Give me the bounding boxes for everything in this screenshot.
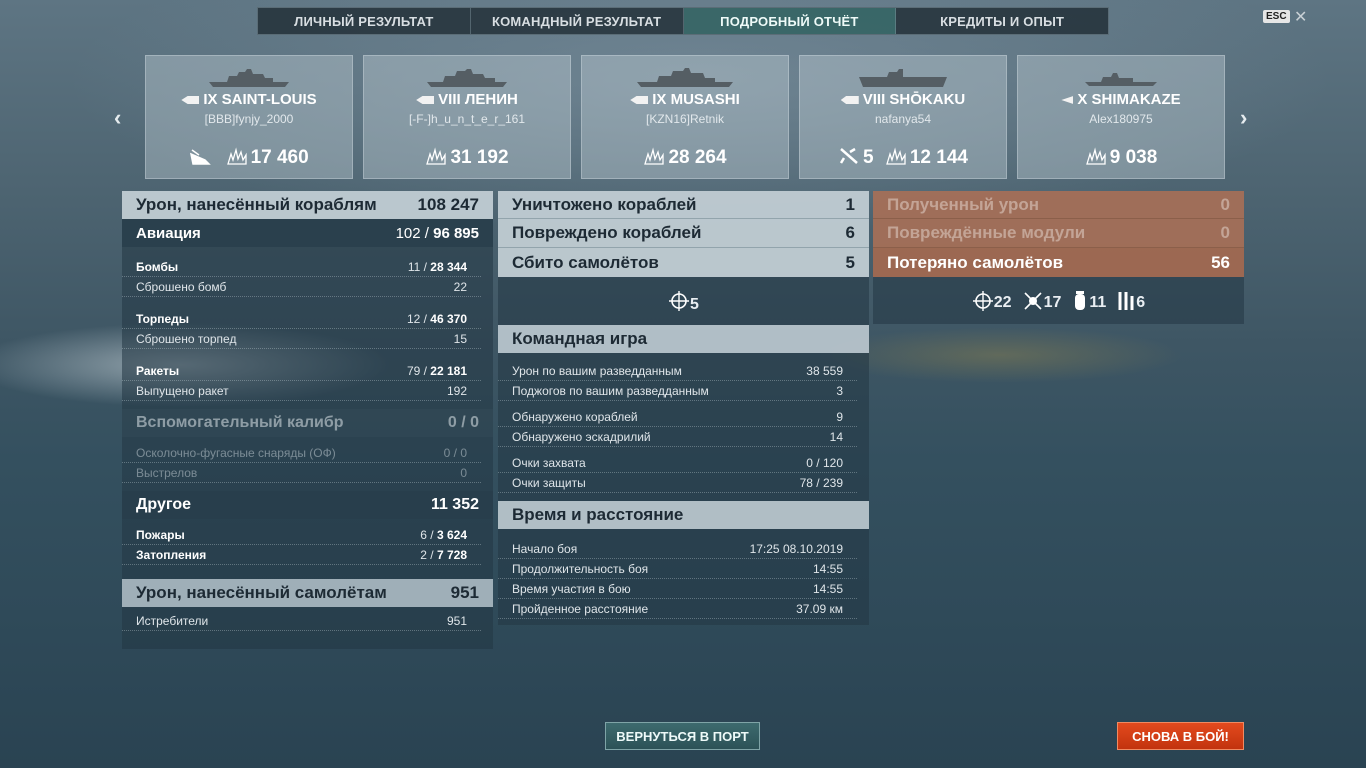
battleship-silhouette-icon: [427, 69, 507, 87]
damaged-modules-header: Повреждённые модули 0: [873, 219, 1244, 248]
ship-card[interactable]: X SHIMAKAZE Alex180975 9 038: [1017, 55, 1225, 179]
player-name: [-F-]h_u_n_t_e_r_161: [408, 112, 526, 126]
damage-icon: [644, 147, 665, 165]
stat-row-fighters: Истребители 951: [122, 611, 481, 631]
stat-row-spotting-fires: Поджогов по вашим разведданным 3: [498, 381, 857, 401]
esc-key-label: ESC: [1263, 10, 1290, 23]
ship-name: IX MUSASHI: [652, 91, 740, 108]
aviation-header: Авиация 102 / 96 895: [122, 219, 493, 247]
stat-row-bombs: Бомбы 11 / 28 344: [122, 257, 481, 277]
fighter-down-icon: [1024, 291, 1042, 310]
results-panel: Уничтожено кораблей 1 Повреждено корабле…: [498, 191, 869, 625]
stat-row-defense-points: Очки защиты 78 / 239: [498, 473, 857, 493]
damage-icon: [226, 147, 247, 165]
carrier-class-icon: [840, 96, 859, 105]
ship-name: VIII SHŌKAKU: [862, 91, 966, 108]
ship-card[interactable]: VIII SHŌKAKU nafanya54 5 12 144: [799, 55, 1007, 179]
stat-row-spotting-damage: Урон по вашим разведданным 38 559: [498, 361, 857, 381]
tab-personal-result[interactable]: ЛИЧНЫЙ РЕЗУЛЬТАТ: [258, 8, 471, 34]
player-name: [BBB]fynjy_2000: [204, 112, 294, 126]
rockets-icon: [1118, 291, 1134, 310]
player-name: nafanya54: [874, 112, 932, 126]
ship-damage-header: Урон, нанесённый кораблям 108 247: [122, 191, 493, 219]
stat-row-rockets-fired: Выпущено ракет 192: [122, 381, 481, 401]
destroyer-silhouette-icon: [1085, 73, 1157, 86]
stat-row-torpedoes: Торпеды 12 / 46 370: [122, 309, 481, 329]
battleship-silhouette-icon: [209, 69, 289, 87]
stat-row-squadrons-spotted: Обнаружено эскадрилий 14: [498, 427, 857, 447]
tab-credits-xp[interactable]: КРЕДИТЫ И ОПЫТ: [896, 8, 1108, 34]
secondary-battery-header: Вспомогательный калибр 0 / 0: [122, 409, 493, 437]
damage-value: 12 144: [909, 147, 968, 168]
damage-icon: [426, 147, 447, 165]
damage-icon: [1085, 147, 1106, 165]
time-distance-header: Время и расстояние: [498, 501, 869, 529]
planes-shot-header: Сбито самолётов 5: [498, 248, 869, 277]
battleship-class-icon: [416, 96, 435, 105]
damage-value: 17 460: [250, 147, 309, 168]
stat-row-capture-points: Очки захвата 0 / 120: [498, 453, 857, 473]
damage-value: 9 038: [1109, 147, 1158, 168]
stat-row-distance: Пройденное расстояние 37.09 км: [498, 599, 857, 619]
tab-detailed-report[interactable]: ПОДРОБНЫЙ ОТЧЁТ: [683, 8, 897, 34]
stat-row-he-shells: Осколочно-фугасные снаряды (ОФ) 0 / 0: [122, 443, 481, 463]
ship-card[interactable]: VIII ЛЕНИН [-F-]h_u_n_t_e_r_161 31 192: [363, 55, 571, 179]
plane-shot-icon: [839, 147, 858, 164]
next-ship-arrow[interactable]: ›: [1240, 105, 1247, 131]
battle-again-button[interactable]: СНОВА В БОЙ!: [1117, 722, 1244, 750]
tab-team-result[interactable]: КОМАНДНЫЙ РЕЗУЛЬТАТ: [471, 8, 684, 34]
stat-row-ships-spotted: Обнаружено кораблей 9: [498, 407, 857, 427]
damage-value: 31 192: [450, 147, 509, 168]
battleship-class-icon: [630, 96, 649, 105]
stat-row-floods: Затопления 2 / 7 728: [122, 545, 481, 565]
ships-damaged-header: Повреждено кораблей 6: [498, 219, 869, 248]
ships-destroyed-header: Уничтожено кораблей 1: [498, 191, 869, 219]
destroyer-class-icon: [1061, 96, 1074, 105]
stat-row-fires: Пожары 6 / 3 624: [122, 525, 481, 545]
planes-shot-count: 5: [690, 296, 699, 313]
received-panel: Полученный урон 0 Повреждённые модули 0 …: [873, 191, 1244, 324]
prev-ship-arrow[interactable]: ‹: [114, 105, 121, 131]
ship-card[interactable]: IX MUSASHI [KZN16]Retnik 28 264: [581, 55, 789, 179]
other-header: Другое 11 352: [122, 491, 493, 519]
return-to-port-button[interactable]: ВЕРНУТЬСЯ В ПОРТ: [605, 722, 760, 750]
ship-name: IX SAINT-LOUIS: [203, 91, 317, 108]
planes-shot-value: 5: [863, 147, 874, 168]
crosshair-icon: [669, 291, 690, 311]
plane-damage-header: Урон, нанесённый самолётам 951: [122, 579, 493, 607]
stat-row-battle-start: Начало боя 17:25 08.10.2019: [498, 539, 857, 559]
stat-row-battle-duration: Продолжительность боя 14:55: [498, 559, 857, 579]
player-name: Alex180975: [1089, 112, 1153, 126]
stat-row-time-in-battle: Время участия в бою 14:55: [498, 579, 857, 599]
damage-value: 28 264: [668, 147, 727, 168]
received-damage-header: Полученный урон 0: [873, 191, 1244, 219]
ship-name: X SHIMAKAZE: [1077, 91, 1181, 108]
sunk-ship-icon: [190, 149, 212, 165]
battleship-class-icon: [181, 96, 200, 105]
bomb-icon: [1075, 290, 1086, 310]
damage-icon: [885, 147, 906, 165]
planes-lost-header: Потеряно самолётов 56: [873, 248, 1244, 277]
carrier-silhouette-icon: [859, 69, 947, 87]
player-name: [KZN16]Retnik: [645, 112, 725, 126]
stat-row-bombs-dropped: Сброшено бомб 22: [122, 277, 481, 297]
ship-card[interactable]: IX SAINT-LOUIS [BBB]fynjy_2000 17 460: [145, 55, 353, 179]
stat-row-rockets: Ракеты 79 / 22 181: [122, 361, 481, 381]
stat-row-torpedoes-dropped: Сброшено торпед 15: [122, 329, 481, 349]
close-icon[interactable]: ✕: [1294, 7, 1307, 27]
crosshair-icon: [972, 290, 993, 311]
stat-row-shots: Выстрелов 0: [122, 463, 481, 483]
damage-panel: Урон, нанесённый кораблям 108 247 Авиаци…: [122, 191, 493, 649]
ship-name: VIII ЛЕНИН: [438, 91, 518, 108]
team-play-header: Командная игра: [498, 325, 869, 353]
battleship-silhouette-icon: [637, 68, 733, 87]
report-tabs: ЛИЧНЫЙ РЕЗУЛЬТАТ КОМАНДНЫЙ РЕЗУЛЬТАТ ПОД…: [257, 7, 1109, 35]
